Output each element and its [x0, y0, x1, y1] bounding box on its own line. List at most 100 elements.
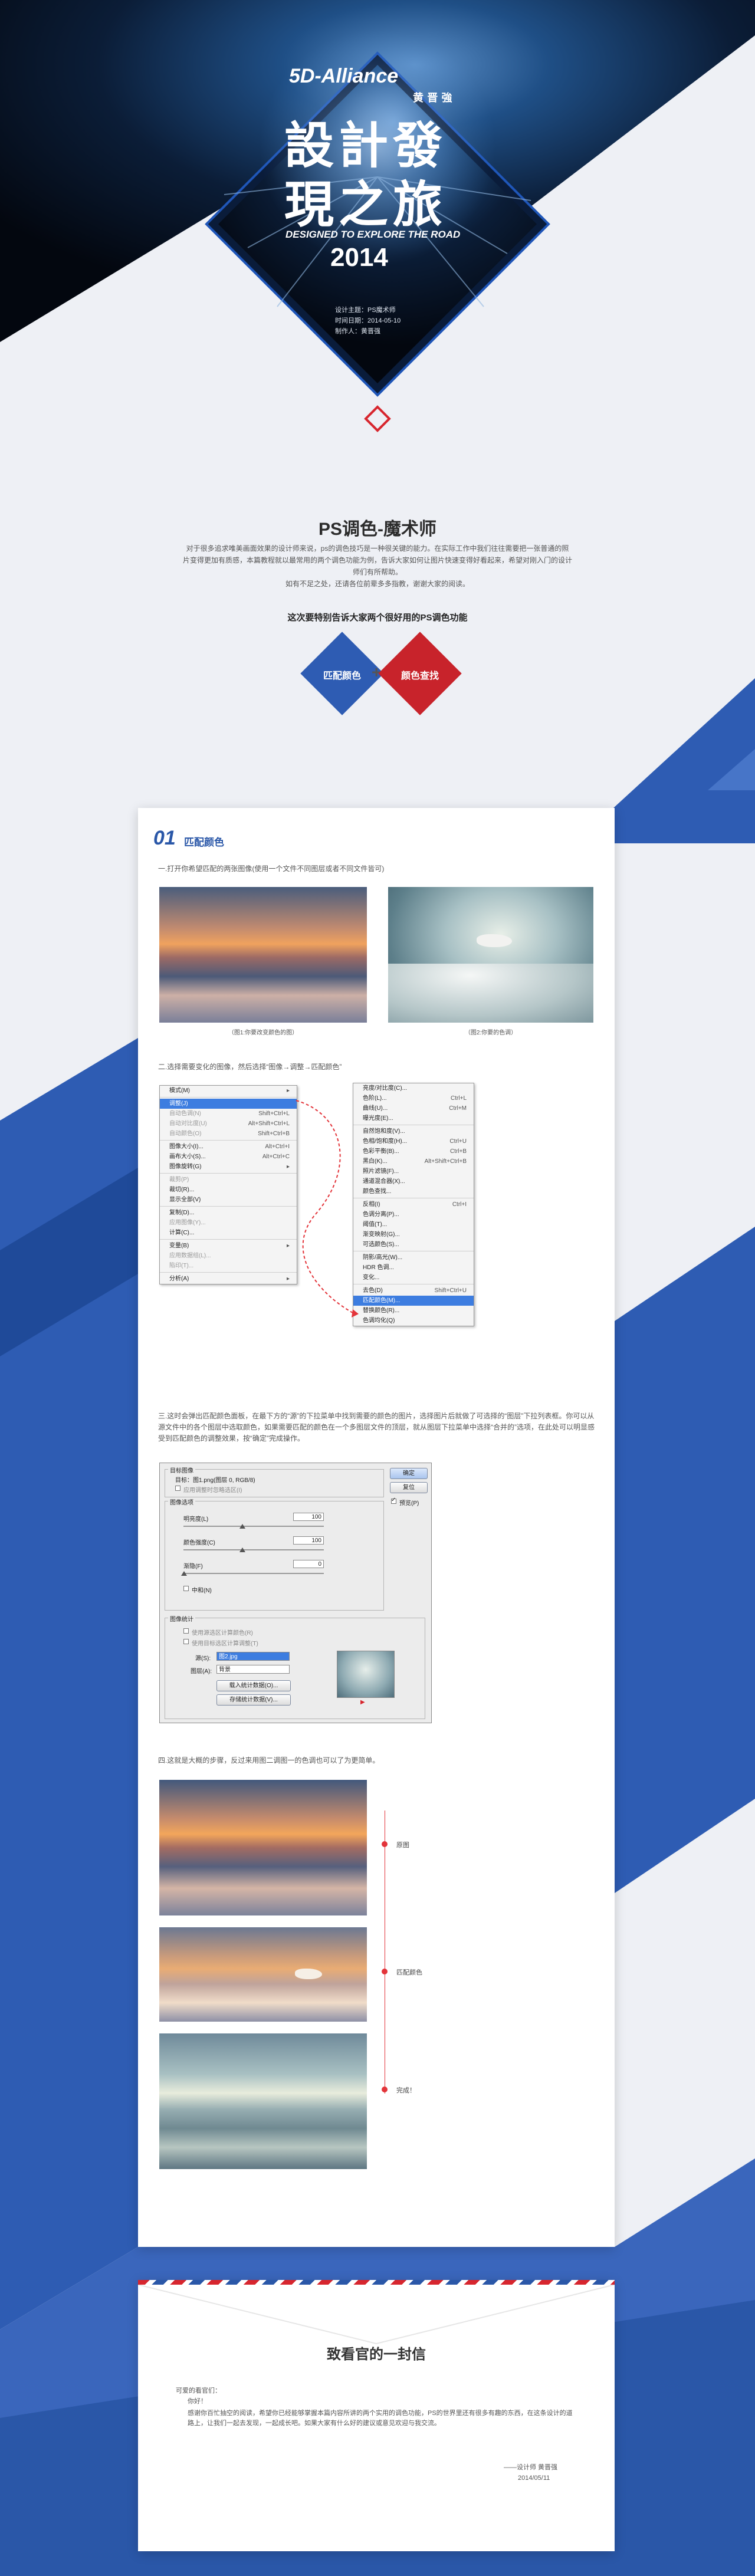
letter-title: 致看官的一封信: [327, 2347, 426, 2363]
step-2: 二.选择需要变化的图像，然后选择“图像→调整→匹配颜色”: [158, 1063, 342, 1071]
right-menu-item[interactable]: 黑白(K)... Alt+Shift+Ctrl+B: [353, 1156, 474, 1167]
left-menu-item[interactable]: 计算(C)...: [160, 1228, 297, 1238]
menu-item-shortcut: Alt+Shift+Ctrl+L: [248, 1121, 290, 1127]
reset-button[interactable]: 复位: [390, 1482, 428, 1493]
left-menu-item[interactable]: 自动颜色(O) Shift+Ctrl+B: [160, 1129, 297, 1139]
menu-item-label: 变量(B): [169, 1243, 189, 1249]
ok-button[interactable]: 确定: [390, 1468, 428, 1479]
right-menu-item[interactable]: 曲线(U)... Ctrl+M: [353, 1103, 474, 1113]
right-menu-item[interactable]: 色调分离(P)...: [353, 1210, 474, 1220]
cloud-bank: [388, 964, 593, 1023]
left-menu-item[interactable]: 分析(A) ▸: [160, 1274, 297, 1284]
target-label: 目标图像: [168, 1466, 195, 1474]
luminance-slider[interactable]: [183, 1526, 324, 1527]
letter-sign: ——设计师 黄晋强: [504, 2464, 558, 2471]
right-menu-item[interactable]: 匹配颜色(M)...: [353, 1296, 474, 1306]
fade-knob[interactable]: [181, 1571, 187, 1576]
right-menu-item[interactable]: 替换颜色(R)...: [353, 1306, 474, 1316]
right-menu-item[interactable]: 可选颜色(S)...: [353, 1240, 474, 1250]
use-source-selection-label: 使用源选区计算颜色(R): [192, 1630, 253, 1637]
girl-figure: [477, 934, 512, 947]
menu-item-label: 自然饱和度(V)...: [363, 1128, 405, 1135]
load-stats-button[interactable]: 载入统计数据(O)...: [216, 1680, 291, 1691]
neutralize-checkbox[interactable]: [183, 1586, 189, 1591]
ignore-selection-checkbox[interactable]: [175, 1486, 180, 1491]
blue-band-right: [615, 1227, 755, 1893]
hero-brand: 5D-Alliance: [289, 65, 399, 87]
image-menu: 模式(M) ▸ 调整(J) 自动色调(N) Shift+Ctrl+L 自动对比度(U) Al…: [159, 1085, 297, 1284]
layer-select[interactable]: 背景: [216, 1665, 290, 1674]
save-stats-button[interactable]: 存储统计数据(V)...: [216, 1694, 291, 1706]
right-menu-item[interactable]: 阈值(T)...: [353, 1220, 474, 1230]
menu-item-label: 黑白(K)...: [363, 1158, 388, 1165]
photo-girl-clouds: [388, 887, 593, 1023]
intensity-input[interactable]: 100: [293, 1536, 324, 1545]
menu-separator: [160, 1173, 297, 1174]
luminance-input[interactable]: 100: [293, 1513, 324, 1521]
photo-sunset-clouds: [159, 887, 367, 1023]
source-select[interactable]: 图2.jpg: [216, 1652, 290, 1661]
left-menu-item[interactable]: 应用数据组(L)...: [160, 1251, 297, 1261]
left-menu-item[interactable]: 变量(B) ▸: [160, 1241, 297, 1251]
right-menu-item[interactable]: 色彩平衡(B)... Ctrl+B: [353, 1146, 474, 1156]
left-menu-item[interactable]: 自动色调(N) Shift+Ctrl+L: [160, 1109, 297, 1119]
intensity-slider[interactable]: [183, 1549, 324, 1550]
menu-separator: [160, 1140, 297, 1141]
menu-item-label: 替换颜色(R)...: [363, 1307, 400, 1314]
right-menu-item[interactable]: 变化...: [353, 1273, 474, 1283]
girl-figure-matched: [295, 1969, 322, 1979]
adjustments-submenu: 亮度/对比度(C)... 色阶(L)... Ctrl+L 曲线(U)... Ctrl+M…: [353, 1083, 474, 1326]
thumbnail-arrow-icon: ▶: [360, 1699, 365, 1706]
menu-item-label: 计算(C)...: [169, 1230, 195, 1236]
right-menu-item[interactable]: 曝光度(E)...: [353, 1113, 474, 1123]
right-menu-item[interactable]: 通道混合器(X)...: [353, 1177, 474, 1187]
menu-item-shortcut: Alt+Ctrl+I: [265, 1144, 290, 1150]
intro-paragraph-1: 对于很多追求唯美画面效果的设计师来说，ps的调色技巧是一种很关键的能力。在实际工…: [183, 544, 573, 576]
left-menu-item[interactable]: 裁切(R)...: [160, 1185, 297, 1195]
left-menu-item[interactable]: 调整(J): [160, 1099, 297, 1109]
right-menu-item[interactable]: 色相/饱和度(H)... Ctrl+U: [353, 1136, 474, 1146]
menu-item-shortcut: Shift+Ctrl+L: [258, 1110, 290, 1117]
left-menu-item[interactable]: 陷印(T)...: [160, 1261, 297, 1271]
right-menu-item[interactable]: 自然饱和度(V)...: [353, 1126, 474, 1136]
left-menu-item[interactable]: 显示全部(V): [160, 1195, 297, 1205]
left-menu-item[interactable]: 应用图像(Y)...: [160, 1218, 297, 1228]
right-menu-item[interactable]: 色阶(L)... Ctrl+L: [353, 1093, 474, 1103]
left-menu-item[interactable]: 复制(D)...: [160, 1208, 297, 1218]
left-menu-item[interactable]: 模式(M) ▸: [160, 1086, 297, 1096]
menu-item-label: 色阶(L)...: [363, 1095, 387, 1102]
menu-item-label: 图像旋转(G): [169, 1164, 202, 1170]
menu-item-shortcut: Shift+Ctrl+U: [434, 1287, 467, 1294]
right-menu-item[interactable]: 色调均化(Q): [353, 1316, 474, 1326]
fade-slider[interactable]: [183, 1573, 324, 1574]
right-menu-item[interactable]: 渐变映射(G)...: [353, 1230, 474, 1240]
layer-label: 图层(A):: [191, 1668, 212, 1675]
left-menu-item[interactable]: 裁剪(P): [160, 1175, 297, 1185]
intensity-knob[interactable]: [239, 1547, 245, 1552]
luminance-knob[interactable]: [239, 1524, 245, 1529]
left-menu-item[interactable]: 图像大小(I)... Alt+Ctrl+I: [160, 1142, 297, 1152]
menu-item-shortcut: Alt+Ctrl+C: [262, 1154, 290, 1160]
left-menu-item[interactable]: 自动对比度(U) Alt+Shift+Ctrl+L: [160, 1119, 297, 1129]
result-photo-final: [159, 2033, 367, 2169]
right-menu-item[interactable]: HDR 色调...: [353, 1263, 474, 1273]
menu-item-label: 颜色查找...: [363, 1188, 392, 1195]
left-menu-item[interactable]: 图像旋转(G) ▸: [160, 1162, 297, 1172]
left-menu-item[interactable]: 画布大小(S)... Alt+Ctrl+C: [160, 1152, 297, 1162]
right-menu-item[interactable]: 反相(I) Ctrl+I: [353, 1200, 474, 1210]
menu-item-label: HDR 色调...: [363, 1264, 394, 1271]
fade-input[interactable]: 0: [293, 1560, 324, 1568]
right-menu-item[interactable]: 亮度/对比度(C)...: [353, 1083, 474, 1093]
luminance-label: 明亮度(L): [183, 1516, 209, 1523]
menu-item-label: 照片滤镜(F)...: [363, 1168, 399, 1175]
right-menu-item[interactable]: 阴影/高光(W)...: [353, 1253, 474, 1263]
use-target-selection-checkbox[interactable]: [183, 1639, 189, 1644]
right-menu-item[interactable]: 照片滤镜(F)...: [353, 1167, 474, 1177]
right-menu-item[interactable]: 颜色查找...: [353, 1187, 474, 1197]
menu-item-shortcut: Ctrl+L: [451, 1095, 467, 1102]
use-target-selection-label: 使用目标选区计算调整(T): [192, 1641, 258, 1647]
letter-card: 致看官的一封信 可爱的看官们： 你好！ 感谢你百忙抽空的阅读，希望你已经能够掌握…: [138, 2280, 615, 2551]
right-menu-item[interactable]: 去色(D) Shift+Ctrl+U: [353, 1286, 474, 1296]
menu-item-label: 自动对比度(U): [169, 1121, 207, 1127]
use-source-selection-checkbox[interactable]: [183, 1628, 189, 1634]
